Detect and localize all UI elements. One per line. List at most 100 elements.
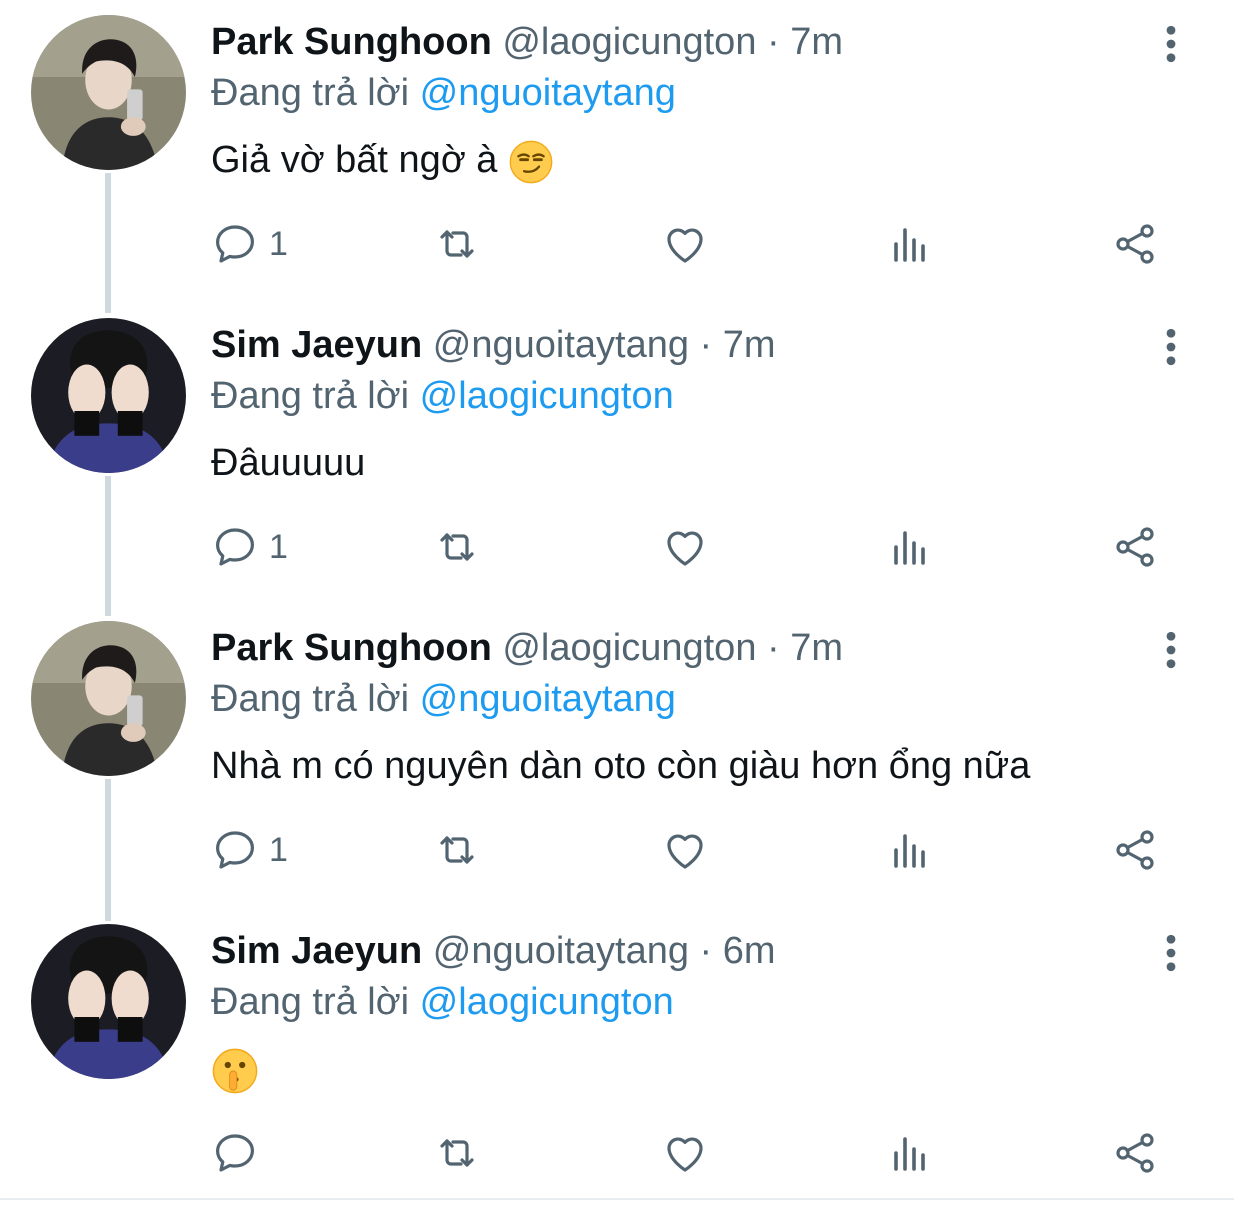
like-button[interactable] <box>661 521 709 573</box>
share-icon <box>1111 523 1159 571</box>
replying-to-label: Đang trả lời <box>211 72 410 114</box>
avatar[interactable] <box>31 924 186 1079</box>
user-handle[interactable]: @laogicungton <box>502 627 756 669</box>
share-button[interactable] <box>1111 521 1159 573</box>
mention-link[interactable]: @nguoitaytang <box>420 72 676 114</box>
share-icon <box>1111 1129 1159 1177</box>
action-bar: 1 <box>211 218 1171 270</box>
separator: · <box>699 930 713 972</box>
separator: · <box>699 324 713 366</box>
reply-count: 1 <box>269 527 288 566</box>
reply-button[interactable] <box>211 1127 259 1179</box>
display-name[interactable]: Sim Jaeyun <box>211 930 422 972</box>
views-button[interactable] <box>886 218 934 270</box>
reply-icon <box>211 826 259 874</box>
replying-to-label: Đang trả lời <box>211 375 410 417</box>
retweet-icon <box>433 220 481 268</box>
heart-icon <box>661 220 709 268</box>
retweet-icon <box>433 523 481 571</box>
replying-to: Đang trả lời @nguoitaytang <box>211 68 676 118</box>
views-icon <box>886 220 934 268</box>
user-handle[interactable]: @nguoitaytang <box>433 930 689 972</box>
display-name[interactable]: Park Sunghoon <box>211 21 492 63</box>
more-options-icon[interactable] <box>1154 22 1188 66</box>
tweet[interactable]: Park Sunghoon @laogicungton · 7m Đang tr… <box>0 606 1234 909</box>
more-options-icon[interactable] <box>1154 325 1188 369</box>
share-icon <box>1111 220 1159 268</box>
reply-icon <box>211 220 259 268</box>
share-button[interactable] <box>1111 1127 1159 1179</box>
reply-icon <box>211 1129 259 1177</box>
tweet-header: Park Sunghoon @laogicungton · 7m <box>211 623 843 673</box>
share-button[interactable] <box>1111 824 1159 876</box>
timestamp[interactable]: 7m <box>790 627 843 669</box>
reply-icon <box>211 523 259 571</box>
tweet[interactable]: Park Sunghoon @laogicungton · 7m Đang tr… <box>0 0 1234 303</box>
action-bar: 1 <box>211 824 1171 876</box>
action-bar: 1 <box>211 521 1171 573</box>
tweet-header: Sim Jaeyun @nguoitaytang · 7m <box>211 320 776 370</box>
more-options-icon[interactable] <box>1154 628 1188 672</box>
divider <box>0 1198 1234 1200</box>
display-name[interactable]: Sim Jaeyun <box>211 324 422 366</box>
user-handle[interactable]: @nguoitaytang <box>433 324 689 366</box>
mention-link[interactable]: @nguoitaytang <box>420 678 676 720</box>
replying-to: Đang trả lời @laogicungton <box>211 371 674 421</box>
avatar[interactable] <box>31 621 186 776</box>
display-name[interactable]: Park Sunghoon <box>211 627 492 669</box>
replying-to-label: Đang trả lời <box>211 981 410 1023</box>
smirking-face-icon <box>508 139 554 185</box>
views-icon <box>886 523 934 571</box>
replying-to-label: Đang trả lời <box>211 678 410 720</box>
retweet-icon <box>433 826 481 874</box>
views-icon <box>886 1129 934 1177</box>
timestamp[interactable]: 7m <box>790 21 843 63</box>
tweet-text: Giả vờ bất ngờ à <box>211 133 554 187</box>
reply-button[interactable]: 1 <box>211 218 288 270</box>
like-button[interactable] <box>661 218 709 270</box>
avatar[interactable] <box>31 15 186 170</box>
tweet-header: Park Sunghoon @laogicungton · 7m <box>211 17 843 67</box>
reply-count: 1 <box>269 224 288 263</box>
retweet-button[interactable] <box>433 218 481 270</box>
separator: · <box>767 21 780 63</box>
share-button[interactable] <box>1111 218 1159 270</box>
timestamp[interactable]: 7m <box>723 324 776 366</box>
heart-icon <box>661 826 709 874</box>
heart-icon <box>661 1129 709 1177</box>
more-options-icon[interactable] <box>1154 931 1188 975</box>
replying-to: Đang trả lời @nguoitaytang <box>211 674 676 724</box>
separator: · <box>767 627 780 669</box>
tweet[interactable]: Sim Jaeyun @nguoitaytang · 6m Đang trả l… <box>0 909 1234 1212</box>
timestamp[interactable]: 6m <box>723 930 776 972</box>
retweet-button[interactable] <box>433 824 481 876</box>
mention-link[interactable]: @laogicungton <box>420 981 674 1023</box>
tweet-text <box>211 1042 259 1096</box>
retweet-icon <box>433 1129 481 1177</box>
share-icon <box>1111 826 1159 874</box>
user-handle[interactable]: @laogicungton <box>502 21 756 63</box>
reply-button[interactable]: 1 <box>211 824 288 876</box>
like-button[interactable] <box>661 824 709 876</box>
tweet-text: Nhà m có nguyên dàn oto còn giàu hơn ổng… <box>211 739 1030 793</box>
views-icon <box>886 826 934 874</box>
action-bar <box>211 1127 1171 1179</box>
like-button[interactable] <box>661 1127 709 1179</box>
views-button[interactable] <box>886 1127 934 1179</box>
tweet-text-content: Nhà m có nguyên dàn oto còn giàu hơn ổng… <box>211 745 1031 787</box>
mention-link[interactable]: @laogicungton <box>420 375 674 417</box>
views-button[interactable] <box>886 824 934 876</box>
tweet-text-content: Đâuuuuu <box>211 442 366 484</box>
views-button[interactable] <box>886 521 934 573</box>
tweet-text: Đâuuuuu <box>211 436 365 490</box>
reply-button[interactable]: 1 <box>211 521 288 573</box>
heart-icon <box>661 523 709 571</box>
replying-to: Đang trả lời @laogicungton <box>211 977 674 1027</box>
tweet-header: Sim Jaeyun @nguoitaytang · 6m <box>211 926 776 976</box>
tweet-text-content: Giả vờ bất ngờ à <box>211 139 498 181</box>
avatar[interactable] <box>31 318 186 473</box>
tweet[interactable]: Sim Jaeyun @nguoitaytang · 7m Đang trả l… <box>0 303 1234 606</box>
shushing-face-icon <box>211 1047 259 1095</box>
retweet-button[interactable] <box>433 1127 481 1179</box>
retweet-button[interactable] <box>433 521 481 573</box>
